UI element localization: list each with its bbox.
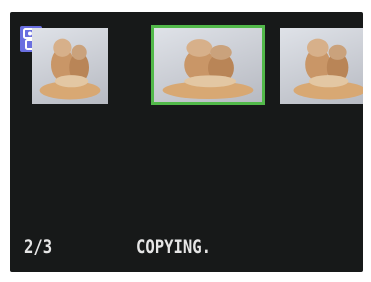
copy-status-text: COPYING. [136, 236, 212, 258]
photo-thumbnail-current[interactable] [151, 25, 265, 105]
photo-thumbnail-next[interactable] [280, 28, 363, 104]
photo-thumbnail-previous[interactable] [32, 28, 108, 104]
camera-lcd-screen: 2/3 COPYING. [10, 12, 363, 272]
image-counter: 2/3 [24, 236, 53, 258]
